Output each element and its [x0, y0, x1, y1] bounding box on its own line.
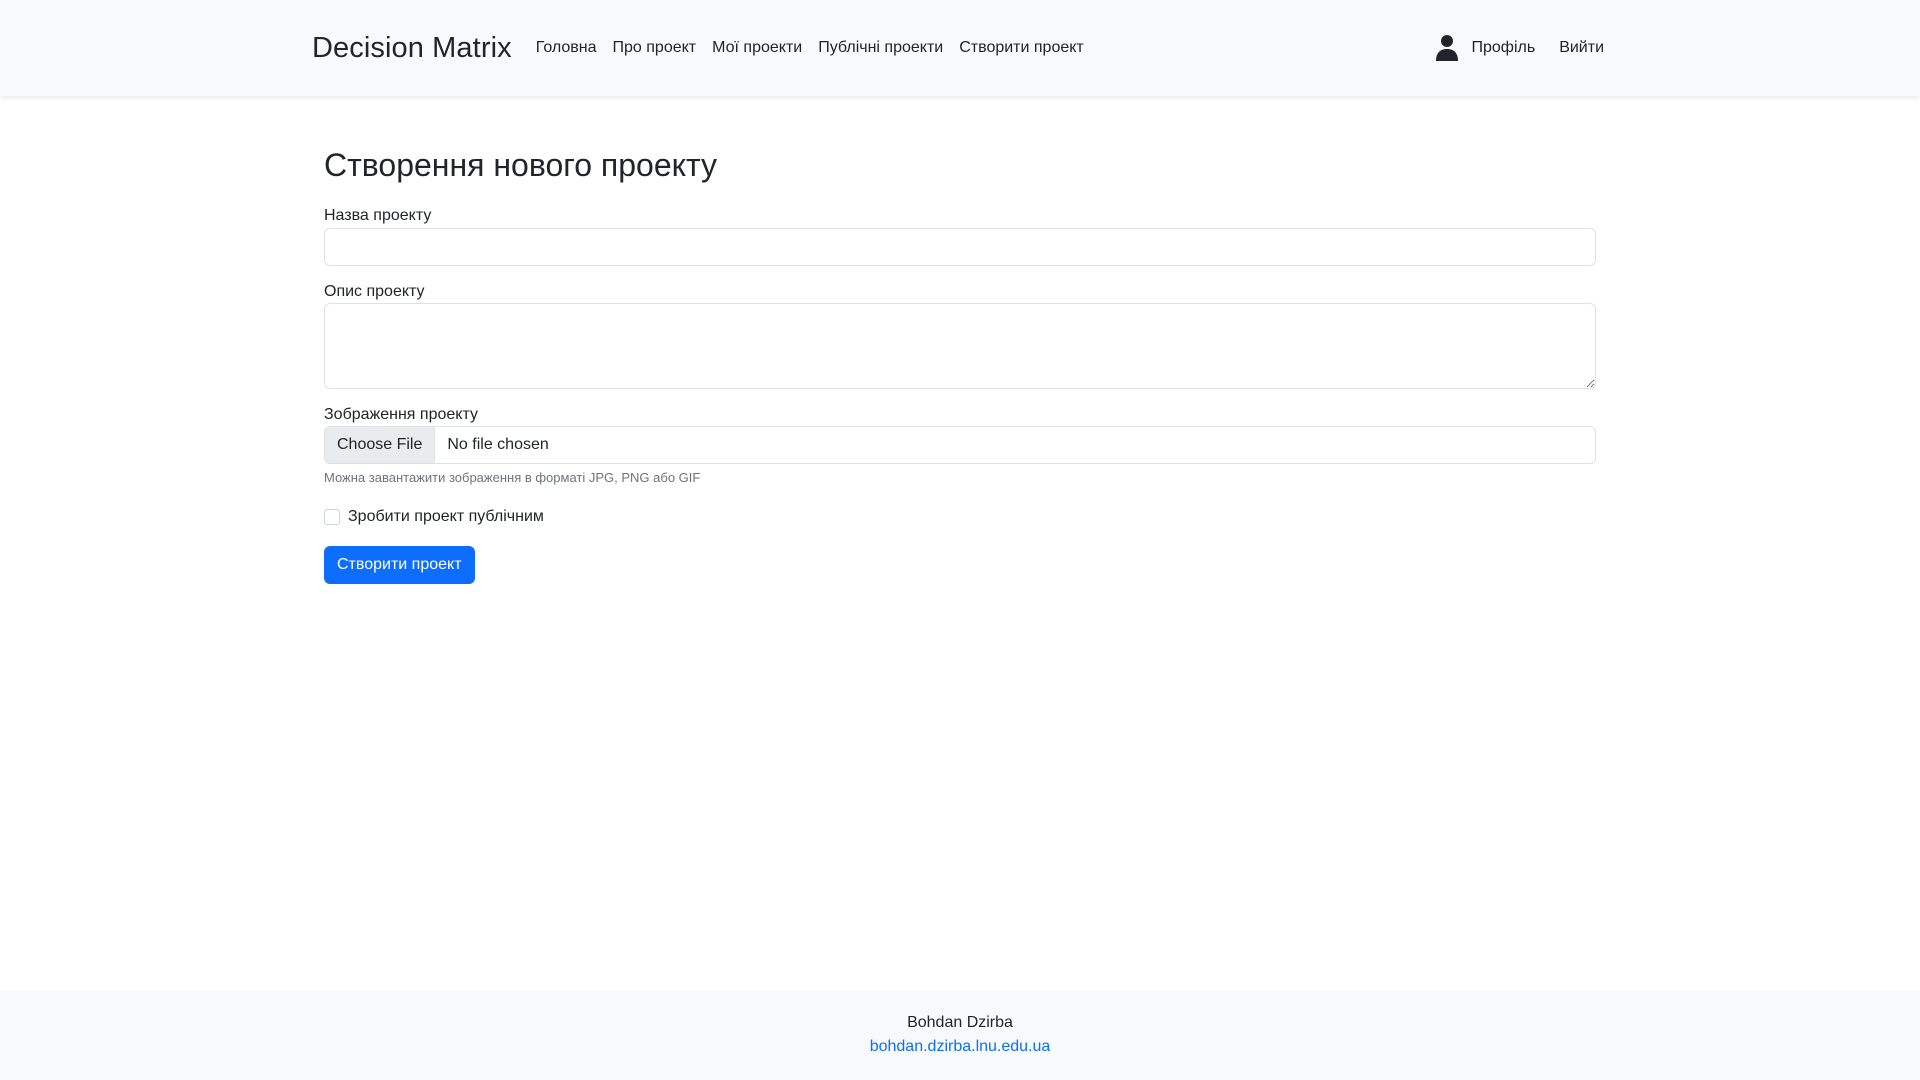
- nav-link-my-projects[interactable]: Мої проекти: [712, 39, 802, 57]
- public-checkbox-label[interactable]: Зробити проект публічним: [348, 508, 544, 526]
- logout-link[interactable]: Вийти: [1559, 39, 1604, 57]
- image-help-text: Можна завантажити зображення в форматі J…: [324, 469, 701, 485]
- project-image-group: Зображення проекту Choose File No file c…: [324, 405, 1596, 485]
- footer-author: Bohdan Dzirba: [907, 1014, 1013, 1031]
- nav-link-public-projects[interactable]: Публічні проекти: [818, 39, 943, 57]
- file-status-text: No file chosen: [447, 435, 549, 453]
- project-description-textarea[interactable]: [324, 302, 1596, 389]
- main-content: Створення нового проекту Назва проекту О…: [324, 96, 1596, 584]
- navbar-container: Decision Matrix Головна Про проект Мої п…: [312, 0, 1608, 96]
- profile-link[interactable]: Профіль: [1435, 34, 1536, 62]
- nav-link-create-project[interactable]: Створити проект: [959, 39, 1084, 57]
- navbar: Decision Matrix Головна Про проект Мої п…: [0, 0, 1920, 96]
- project-name-label: Назва проекту: [324, 207, 432, 225]
- project-image-file-input[interactable]: Choose File No file chosen: [324, 425, 1596, 464]
- page-title: Створення нового проекту: [324, 147, 718, 183]
- choose-file-button[interactable]: Choose File: [325, 426, 436, 463]
- project-name-group: Назва проекту: [324, 206, 1596, 266]
- public-checkbox-row: Зробити проект публічним: [324, 508, 1596, 526]
- nav-right: Профіль Вийти: [1435, 34, 1609, 62]
- project-description-label: Опис проекту: [324, 282, 425, 300]
- brand-link[interactable]: Decision Matrix: [312, 32, 512, 65]
- project-description-group: Опис проекту: [324, 282, 1596, 389]
- nav-link-home[interactable]: Головна: [536, 39, 597, 57]
- nav-links: Головна Про проект Мої проекти Публічні …: [536, 39, 1100, 57]
- user-icon: [1435, 35, 1458, 61]
- footer-link[interactable]: bohdan.dzirba.lnu.edu.ua: [870, 1038, 1051, 1056]
- nav-link-about[interactable]: Про проект: [613, 39, 697, 57]
- create-project-button[interactable]: Створити проект: [324, 545, 475, 584]
- profile-label: Профіль: [1471, 39, 1536, 56]
- public-checkbox[interactable]: [324, 508, 340, 525]
- project-name-input[interactable]: [324, 227, 1596, 266]
- project-image-label: Зображення проекту: [324, 405, 478, 423]
- footer: Bohdan Dzirba bohdan.dzirba.lnu.edu.ua: [0, 991, 1920, 1080]
